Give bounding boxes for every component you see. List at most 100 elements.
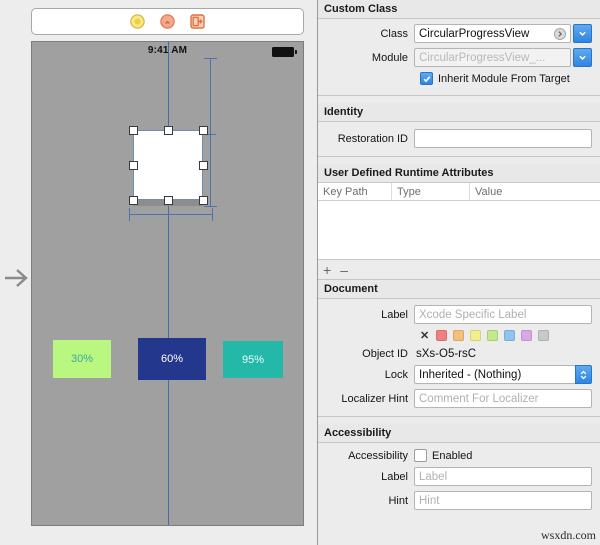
lock-combo[interactable]: Inherited - (Nothing) (414, 365, 592, 384)
lock-value: Inherited - (Nothing) (419, 368, 522, 381)
progress-box-60-label: 60% (160, 353, 184, 365)
section-header-custom-class: Custom Class (318, 0, 600, 19)
document-label-input[interactable]: Xcode Specific Label (414, 305, 592, 324)
column-header-key-path: Key Path (318, 183, 392, 200)
section-header-identity: Identity (318, 103, 600, 122)
lock-select[interactable]: Inherited - (Nothing) (414, 365, 576, 384)
resize-handle-bottom-left[interactable] (129, 196, 138, 205)
battery-icon (272, 47, 297, 57)
accessibility-hint-placeholder: Hint (419, 494, 440, 507)
accessibility-hint-label: Hint (388, 494, 408, 507)
inherit-module-label: Inherit Module From Target (438, 72, 570, 85)
module-combo[interactable]: CircularProgressView_... (414, 48, 592, 67)
section-custom-class: Class CircularProgressView Module Circul… (318, 19, 600, 95)
object-id-label: Object ID (362, 348, 408, 360)
constraint-cap-right (212, 208, 213, 221)
progress-box-60[interactable]: 60% (138, 338, 206, 380)
runtime-attributes-header-row: Key Path Type Value (318, 183, 600, 201)
row-lock: Lock Inherited - (Nothing) (318, 365, 592, 384)
class-combo[interactable]: CircularProgressView (414, 24, 592, 43)
runtime-attributes-body[interactable] (318, 201, 600, 259)
runtime-attributes-footer: + – (318, 260, 600, 279)
swatch-green[interactable] (487, 330, 499, 341)
row-localizer-hint: Localizer Hint Comment For Localizer (318, 389, 592, 408)
row-restoration-id: Restoration ID (318, 129, 592, 148)
document-label-label: Label (381, 308, 408, 321)
document-label-placeholder: Xcode Specific Label (419, 308, 527, 321)
label-color-swatches[interactable]: ✕ (318, 329, 592, 342)
constraint-cap-left (129, 208, 130, 221)
row-object-id: Object ID sXs-O5-rsC (318, 348, 592, 360)
resize-handle-top-right[interactable] (199, 126, 208, 135)
module-dropdown-button[interactable] (573, 48, 592, 67)
class-value: CircularProgressView (419, 27, 530, 40)
resize-handle-bottom-right[interactable] (199, 196, 208, 205)
progress-box-30-label: 30% (70, 353, 94, 365)
class-input[interactable]: CircularProgressView (414, 24, 571, 43)
accessibility-enabled-checkbox[interactable] (414, 449, 427, 462)
lock-label: Lock (384, 368, 408, 381)
progress-box-95-label: 95% (241, 353, 265, 366)
section-accessibility: Accessibility Enabled Label Label Hint H… (318, 443, 600, 516)
swatch-gray[interactable] (538, 330, 550, 341)
row-module: Module CircularProgressView_... (318, 48, 592, 67)
swatch-blue[interactable] (504, 330, 516, 341)
accessibility-label-placeholder: Label (419, 470, 448, 483)
lock-stepper-button[interactable] (575, 365, 592, 384)
identity-inspector-panel[interactable]: Custom Class Class CircularProgressView (318, 0, 600, 545)
module-input[interactable]: CircularProgressView_... (414, 48, 571, 67)
column-header-value: Value (475, 186, 503, 198)
resize-handle-bottom-center[interactable] (164, 196, 173, 205)
module-value: CircularProgressView_... (419, 51, 546, 64)
spacer-1 (318, 96, 600, 103)
object-id-value: sXs-O5-rsC (416, 348, 477, 360)
runtime-attributes-table[interactable]: Key Path Type Value (318, 183, 600, 260)
remove-attribute-button[interactable]: – (340, 263, 348, 277)
section-header-accessibility: Accessibility (318, 424, 600, 443)
resize-handle-middle-right[interactable] (199, 161, 208, 170)
restoration-id-label: Restoration ID (337, 132, 408, 145)
row-accessibility-enabled: Accessibility Enabled (318, 449, 592, 462)
swatch-red[interactable] (436, 330, 448, 341)
module-label: Module (371, 51, 408, 64)
section-header-runtime-attributes: User Defined Runtime Attributes (318, 164, 600, 183)
spacer-3 (318, 417, 600, 424)
class-label: Class (380, 27, 408, 40)
swatch-yellow[interactable] (470, 330, 482, 341)
row-document-label: Label Xcode Specific Label (318, 305, 592, 324)
scene-dock-bar[interactable] (31, 8, 304, 35)
localizer-hint-placeholder: Comment For Localizer (419, 392, 539, 405)
restoration-id-input[interactable] (414, 129, 592, 148)
view-controller-icon[interactable] (130, 14, 145, 29)
accessibility-enabled-label: Enabled (432, 449, 473, 462)
class-dropdown-button[interactable] (573, 24, 592, 43)
swatch-orange[interactable] (453, 330, 465, 341)
constraint-cap-bottom (204, 206, 217, 207)
progress-box-95[interactable]: 95% (223, 341, 283, 378)
device-preview-frame[interactable]: 9:41 AM 30% 60% 95% (31, 41, 304, 526)
resize-handle-top-center[interactable] (164, 126, 173, 135)
resize-handle-top-left[interactable] (129, 126, 138, 135)
clear-color-button[interactable]: ✕ (420, 329, 429, 342)
column-header-type: Type (392, 183, 470, 200)
xcode-identity-inspector-screen: 9:41 AM 30% 60% 95% Custom Class Class C… (0, 0, 600, 545)
row-accessibility-label: Label Label (318, 467, 592, 486)
interface-builder-canvas[interactable]: 9:41 AM 30% 60% 95% (0, 0, 318, 545)
section-identity: Restoration ID (318, 122, 600, 156)
accessibility-label-input[interactable]: Label (414, 467, 592, 486)
spacer-2 (318, 157, 600, 164)
exit-icon[interactable] (190, 14, 205, 29)
expand-arrow-icon[interactable] (4, 262, 30, 294)
inherit-module-checkbox[interactable] (420, 72, 433, 85)
progress-box-30[interactable]: 30% (53, 340, 111, 378)
jump-to-definition-icon[interactable] (554, 27, 566, 40)
resize-handle-middle-left[interactable] (129, 161, 138, 170)
localizer-hint-input[interactable]: Comment For Localizer (414, 389, 592, 408)
watermark: wsxdn.com (541, 528, 596, 542)
selected-view[interactable] (133, 130, 203, 200)
add-attribute-button[interactable]: + (323, 263, 331, 277)
first-responder-icon[interactable] (160, 14, 175, 29)
accessibility-hint-input[interactable]: Hint (414, 491, 592, 510)
row-inherit-module[interactable]: Inherit Module From Target (318, 72, 592, 85)
swatch-purple[interactable] (521, 330, 533, 341)
